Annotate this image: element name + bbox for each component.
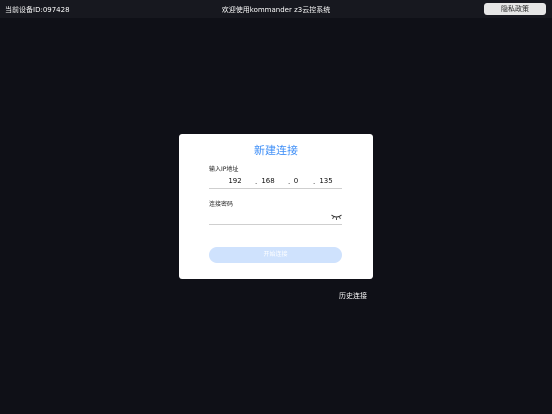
ip-segment-1[interactable]: 192 <box>223 176 247 188</box>
dialog-title: 新建连接 <box>254 144 298 157</box>
ip-address-label: 输入IP地址 <box>209 166 239 173</box>
top-bar: 当前设备ID:097428 欢迎使用kommander z3云控系统 隐私政策 <box>0 0 552 18</box>
new-connection-dialog: 新建连接 输入IP地址 192 . 168 . 0 . 135 连接密码 开始连… <box>179 134 373 279</box>
eye-closed-icon[interactable] <box>331 213 342 221</box>
ip-segment-3[interactable]: 0 <box>284 176 308 188</box>
privacy-policy-button[interactable]: 隐私政策 <box>484 3 546 15</box>
ip-underline <box>209 188 342 189</box>
app-title: 欢迎使用kommander z3云控系统 <box>221 6 331 14</box>
ip-segment-4[interactable]: 135 <box>314 176 338 188</box>
password-label: 连接密码 <box>209 201 234 208</box>
connect-button[interactable]: 开始连接 <box>209 247 342 263</box>
ip-segment-2[interactable]: 168 <box>256 176 280 188</box>
ip-address-input-group: 192 . 168 . 0 . 135 <box>209 176 342 188</box>
password-underline <box>209 224 342 225</box>
password-input[interactable] <box>209 213 327 224</box>
history-connections-link[interactable]: 历史连接 <box>339 291 367 301</box>
